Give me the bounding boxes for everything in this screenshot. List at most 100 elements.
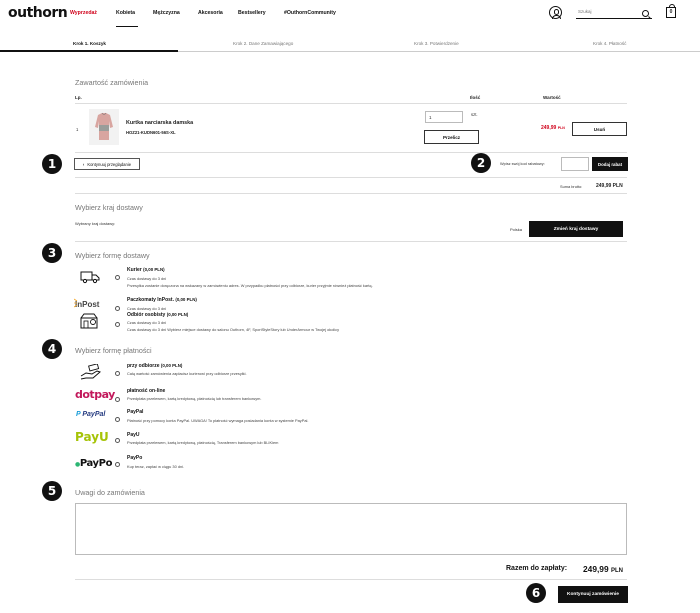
delivery-inpost-desc1: Czas dostawy do 3 dni bbox=[127, 306, 167, 311]
remove-item-label: Usuń bbox=[593, 126, 606, 132]
cart-count: 0 bbox=[669, 9, 673, 15]
sum-divider bbox=[75, 193, 627, 194]
item-price-value: 249,99 bbox=[541, 125, 557, 131]
delivery-courier-price: (0,00 PLN) bbox=[143, 267, 165, 272]
nav-item-women[interactable]: Kobieta bbox=[116, 10, 135, 16]
delivery-pickup-name: Odbiór osobisty (0,00 PLN) bbox=[127, 312, 188, 318]
paypo-logo-text: PayPo bbox=[79, 458, 113, 469]
item-price-currency: PLN bbox=[557, 126, 565, 130]
step-cart: Krok 1. Koszyk bbox=[73, 41, 106, 46]
payment-cod-price: (0,00 PLN) bbox=[160, 363, 183, 368]
coupon-input[interactable] bbox=[561, 157, 589, 171]
user-account-icon[interactable] bbox=[549, 6, 562, 19]
cart-header-divider bbox=[75, 103, 627, 104]
col-value-header: Wartość bbox=[543, 95, 561, 100]
payment-title: Wybierz formę płatności bbox=[75, 346, 152, 355]
total-currency: PLN bbox=[610, 568, 623, 574]
payment-payu-name: PayU bbox=[127, 432, 140, 438]
country-selected-value: Polska bbox=[510, 227, 523, 232]
total-value: 249,99 PLN bbox=[583, 564, 623, 574]
delivery-courier-name: Kurier (0,00 PLN) bbox=[127, 267, 165, 273]
item-price: 249,99 PLN bbox=[541, 125, 565, 131]
step-customer-data: Krok 2. Dane Zamawiającego bbox=[233, 41, 294, 46]
item-lp: 1 bbox=[76, 127, 79, 132]
quantity-value: 1 bbox=[429, 114, 432, 120]
country-title: Wybierz kraj dostawy bbox=[75, 203, 143, 212]
quantity-unit: szt. bbox=[471, 112, 478, 117]
delivery-radio-inpost[interactable] bbox=[115, 306, 120, 311]
recalculate-button[interactable]: Przelicz bbox=[424, 130, 479, 144]
payment-cod-name: przy odbiorze (0,00 PLN) bbox=[127, 363, 182, 369]
change-country-button[interactable]: Zmień kraj dostawy bbox=[529, 221, 623, 237]
store-pickup-icon bbox=[80, 313, 100, 331]
nav-item-men[interactable]: Mężczyzna bbox=[153, 10, 180, 16]
delivery-title: Wybierz formę dostawy bbox=[75, 251, 150, 260]
add-coupon-button[interactable]: Dodaj rabat bbox=[592, 157, 628, 171]
delivery-inpost-price: (0,00 PLN) bbox=[175, 297, 197, 302]
delivery-pickup-label: Odbiór osobisty bbox=[127, 312, 166, 318]
product-thumbnail[interactable] bbox=[89, 109, 119, 145]
payment-paypal-desc: Płatność przy pomocy konta PayPal. UWAGA… bbox=[127, 418, 309, 423]
delivery-inpost-name: Paczkomaty InPost. (0,00 PLN) bbox=[127, 297, 197, 303]
coupon-divider bbox=[75, 177, 627, 178]
order-notes-textarea[interactable] bbox=[75, 503, 627, 555]
delivery-courier-desc1: Czas dostawy do 3 dni bbox=[127, 276, 167, 281]
search-field[interactable] bbox=[576, 8, 652, 19]
truck-icon bbox=[80, 270, 100, 286]
inpost-logo: InPost bbox=[73, 298, 108, 312]
active-nav-underline bbox=[116, 26, 138, 27]
annotation-badge-4: 4 bbox=[42, 339, 62, 359]
continue-shopping-button[interactable]: ‹ Kontynuuj przeglądanie bbox=[74, 158, 140, 170]
payment-paypo-desc: Kup teraz, zapłać w ciągu 30 dni. bbox=[127, 464, 185, 469]
delivery-pickup-desc1: Czas dostawy do 3 dni bbox=[127, 320, 167, 325]
active-step-indicator bbox=[0, 50, 178, 52]
gross-sum-label: Suma brutto: bbox=[560, 184, 583, 189]
continue-order-button[interactable]: Kontynuuj zamówienie bbox=[558, 586, 628, 603]
cart-bag-icon[interactable]: 0 bbox=[666, 4, 676, 18]
nav-item-accessories[interactable]: Akcesoria bbox=[198, 10, 223, 16]
item-name[interactable]: Kurtka narciarska damska bbox=[126, 120, 193, 126]
change-country-label: Zmień kraj dostawy bbox=[553, 226, 599, 232]
svg-text:InPost: InPost bbox=[75, 300, 100, 309]
delivery-courier-label: Kurier bbox=[127, 267, 142, 273]
total-label: Razem do zapłaty: bbox=[506, 565, 568, 572]
delivery-pickup-desc2: Czas dostawy do 3 dni Wybierz miejsce do… bbox=[127, 327, 340, 332]
item-sku: HOZ21-KUDN601-56S-XL bbox=[126, 130, 176, 135]
delivery-inpost-label: Paczkomaty InPost. bbox=[127, 297, 174, 303]
annotation-badge-1: 1 bbox=[42, 154, 62, 174]
annotation-badge-3: 3 bbox=[42, 243, 62, 263]
paypal-logo: P PayPal bbox=[76, 411, 106, 418]
search-icon[interactable] bbox=[642, 10, 649, 17]
nav-item-sale[interactable]: Wyprzedaż bbox=[70, 10, 97, 16]
annotation-badge-5: 5 bbox=[42, 481, 62, 501]
continue-shopping-label: Kontynuuj przeglądanie bbox=[87, 161, 132, 167]
payment-payu-desc: Przedpłata przelewem, kartą kredytową, p… bbox=[127, 440, 279, 445]
outhorn-logo[interactable]: outhorn bbox=[8, 5, 68, 21]
delivery-radio-courier[interactable] bbox=[115, 275, 120, 280]
nav-item-community[interactable]: #OuthornCommunity bbox=[284, 10, 336, 16]
step-payment: Krok 4. Płatność bbox=[593, 41, 627, 46]
total-amount: 249,99 bbox=[583, 564, 609, 574]
delivery-courier-desc2: Przesyłka zostanie doręczona na wskazany… bbox=[127, 283, 373, 288]
payment-radio-paypal[interactable] bbox=[115, 417, 120, 422]
payment-radio-paypo[interactable] bbox=[115, 462, 120, 467]
search-input[interactable] bbox=[578, 9, 638, 14]
annotation-badge-2: 2 bbox=[471, 153, 491, 173]
summary-divider bbox=[75, 579, 627, 580]
payment-radio-cod[interactable] bbox=[115, 371, 120, 376]
payment-radio-online[interactable] bbox=[115, 397, 120, 402]
quantity-input[interactable]: 1 bbox=[425, 111, 463, 123]
annotation-badge-6: 6 bbox=[526, 583, 546, 603]
col-qty-header: Ilość bbox=[470, 95, 481, 100]
nav-item-bestsellers[interactable]: Bestsellery bbox=[238, 10, 266, 16]
remove-item-button[interactable]: Usuń bbox=[572, 122, 627, 136]
payment-online-name: płatność on-line bbox=[127, 388, 166, 394]
payment-radio-payu[interactable] bbox=[115, 438, 120, 443]
payment-paypo-name: PayPo bbox=[127, 455, 143, 461]
country-divider bbox=[75, 241, 627, 242]
delivery-radio-pickup[interactable] bbox=[115, 322, 120, 327]
country-selected-label: Wybrany kraj dostawy: bbox=[75, 221, 116, 226]
payment-online-desc: Przedpłata przelewem, kartą kredytową, p… bbox=[127, 396, 262, 401]
jacket-image bbox=[95, 112, 113, 140]
recalculate-label: Przelicz bbox=[442, 134, 461, 140]
